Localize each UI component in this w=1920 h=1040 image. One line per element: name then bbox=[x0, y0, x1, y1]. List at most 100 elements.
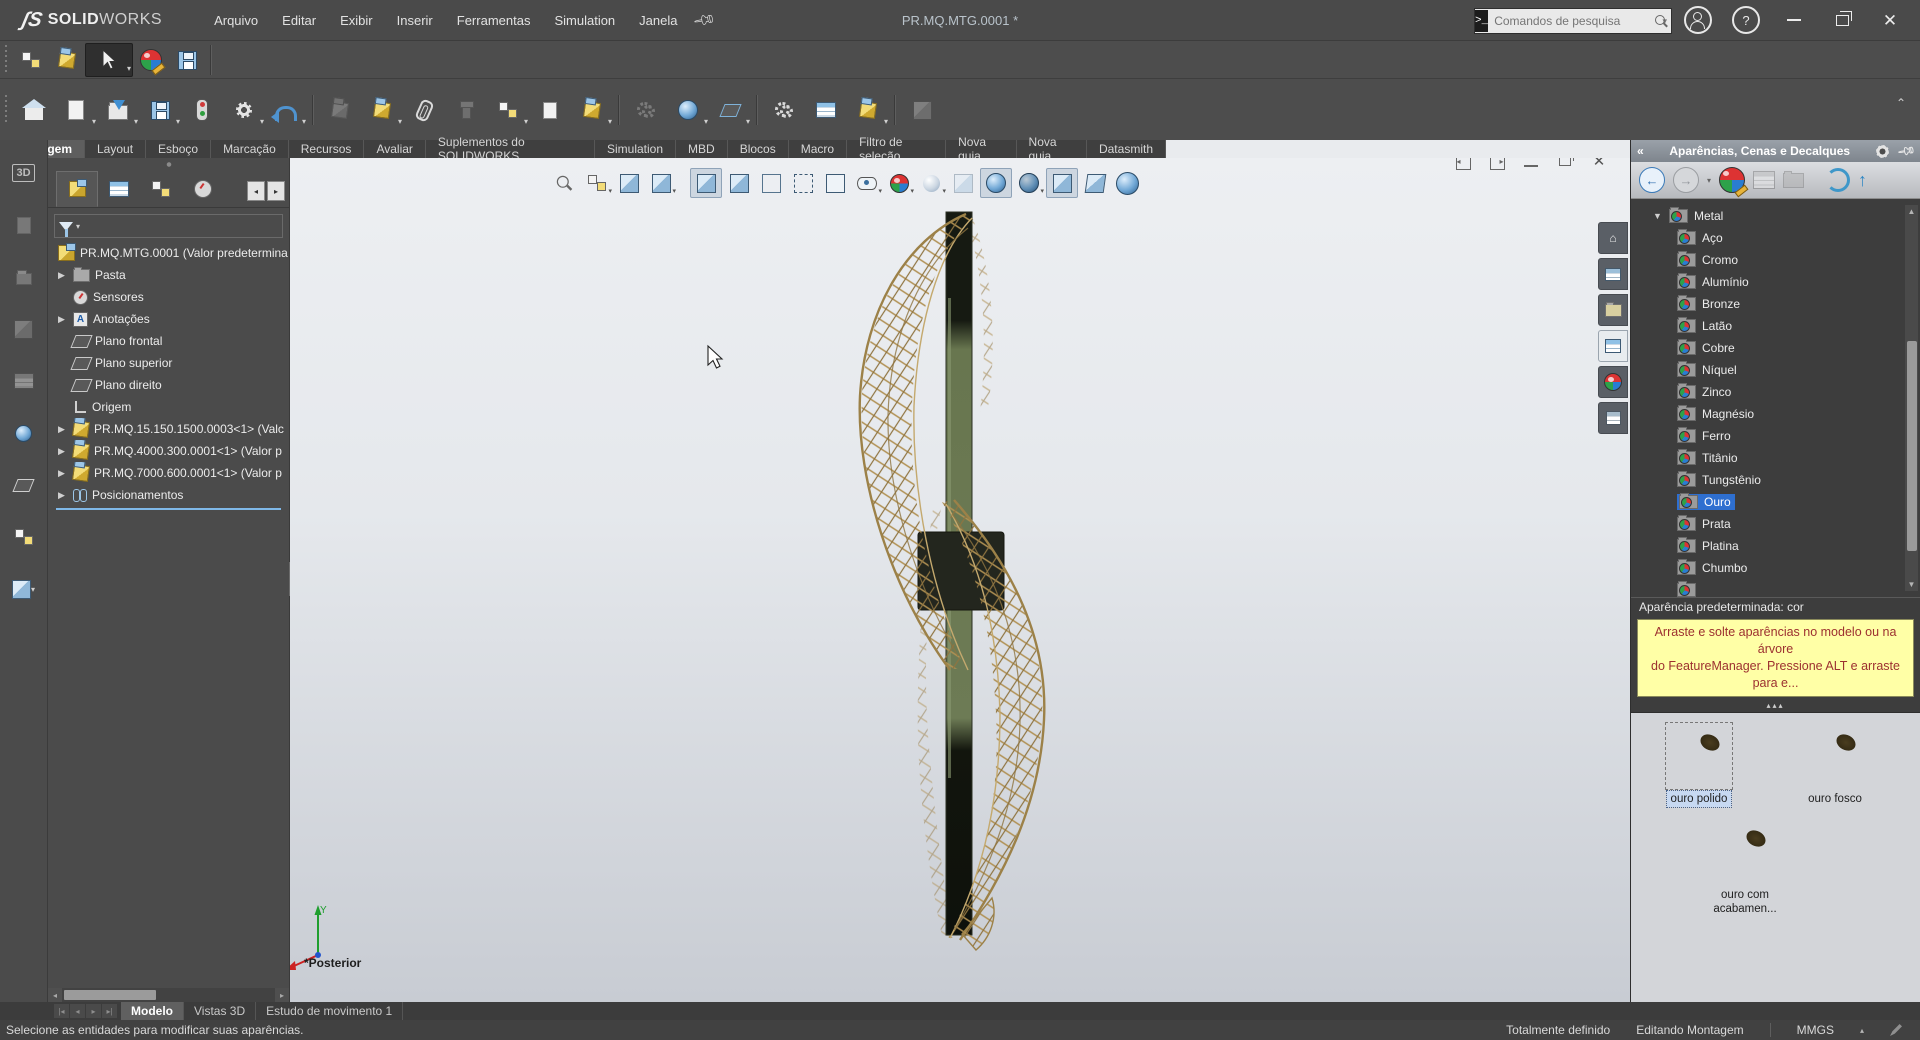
back-button[interactable]: ← bbox=[1639, 167, 1665, 193]
pane-splitter-dots[interactable]: ▴▴▴ bbox=[1631, 700, 1920, 713]
rail-pack-button[interactable] bbox=[9, 314, 39, 344]
insert-components-button[interactable]: ▾ bbox=[362, 88, 402, 132]
tabs-scroll-right-icon[interactable]: ▸ bbox=[267, 181, 285, 201]
minimize-button[interactable] bbox=[1774, 5, 1814, 35]
tab-esboco[interactable]: Esboço bbox=[146, 140, 211, 158]
undo-button[interactable]: ▾ bbox=[266, 88, 306, 132]
up-one-level-icon[interactable]: ↑ bbox=[1858, 170, 1867, 191]
edit-appearance-sphere-icon[interactable] bbox=[1719, 167, 1745, 193]
tree-vscrollbar[interactable]: ▲ ▼ bbox=[1905, 205, 1918, 591]
scroll-down-icon[interactable]: ▼ bbox=[1905, 578, 1918, 591]
material-aluminio[interactable]: Alumínio bbox=[1631, 271, 1920, 293]
search-icon[interactable] bbox=[1655, 15, 1656, 27]
tree-filter[interactable]: ▾ bbox=[54, 214, 283, 238]
expand-icon[interactable]: ▶ bbox=[58, 490, 68, 501]
menu-simulation[interactable]: Simulation bbox=[544, 9, 625, 32]
tab-filtro-selecao[interactable]: Filtro de seleção bbox=[847, 140, 946, 158]
bill-of-materials-button[interactable] bbox=[806, 88, 846, 132]
material-platina[interactable]: Platina bbox=[1631, 535, 1920, 557]
select-tool-caret-icon[interactable]: ▾ bbox=[127, 64, 131, 73]
tab-avaliar[interactable]: Avaliar bbox=[364, 140, 425, 158]
expand-icon[interactable]: ▶ bbox=[58, 446, 68, 457]
part-arrow-button[interactable] bbox=[49, 44, 85, 76]
tab-dimxpert[interactable] bbox=[182, 171, 224, 207]
next-tab-icon[interactable]: ▸ bbox=[86, 1004, 101, 1018]
material-ouro-selected[interactable]: Ouro bbox=[1631, 491, 1920, 513]
tree-item-posicionamentos[interactable]: ▶ Posicionamentos bbox=[48, 484, 289, 506]
material-bronze[interactable]: Bronze bbox=[1631, 293, 1920, 315]
tree-item-pasta[interactable]: ▶ Pasta bbox=[48, 264, 289, 286]
last-tab-icon[interactable]: ▸| bbox=[102, 1004, 117, 1018]
menu-ferramentas[interactable]: Ferramentas bbox=[447, 9, 541, 32]
rail-tools-button[interactable] bbox=[9, 418, 39, 448]
menu-editar[interactable]: Editar bbox=[272, 9, 326, 32]
tab-marcacao[interactable]: Marcação bbox=[211, 140, 289, 158]
tree-item-anotacoes[interactable]: ▶ A Anotações bbox=[48, 308, 289, 330]
material-partial-row[interactable] bbox=[1631, 579, 1920, 597]
scrollbar-thumb[interactable] bbox=[64, 990, 156, 1000]
units-caret-icon[interactable]: ▴ bbox=[1860, 1026, 1864, 1035]
assembly-features-button[interactable]: ▾ bbox=[668, 88, 708, 132]
tree-item-plano-superior[interactable]: Plano superior bbox=[48, 352, 289, 374]
move-component-button[interactable]: ▾ bbox=[572, 88, 612, 132]
tree-item-component-1[interactable]: ▶ PR.MQ.15.150.1500.0003<1> (Valc bbox=[48, 418, 289, 440]
tab-mbd[interactable]: MBD bbox=[676, 140, 728, 158]
rail-document-button[interactable] bbox=[9, 470, 39, 500]
collapse-pane-icon[interactable]: « bbox=[1637, 144, 1644, 158]
restore-button[interactable] bbox=[1822, 5, 1862, 35]
tags-pen-icon[interactable] bbox=[1890, 1024, 1902, 1036]
expand-icon[interactable]: ▶ bbox=[58, 424, 68, 435]
new-document-button[interactable]: ▾ bbox=[56, 88, 96, 132]
material-category-metal[interactable]: ▼ Metal bbox=[1631, 205, 1920, 227]
rail-box-button[interactable]: ▾ bbox=[9, 574, 39, 604]
filter-caret-icon[interactable]: ▾ bbox=[76, 222, 80, 231]
sync-refresh-icon[interactable] bbox=[1826, 168, 1850, 192]
first-tab-icon[interactable]: |◂ bbox=[54, 1004, 69, 1018]
save-button[interactable] bbox=[169, 44, 205, 76]
material-ferro[interactable]: Ferro bbox=[1631, 425, 1920, 447]
material-chumbo[interactable]: Chumbo bbox=[1631, 557, 1920, 579]
panel-grip[interactable] bbox=[149, 162, 189, 167]
view-3d-button[interactable]: 3D bbox=[9, 158, 39, 188]
thumbnail-ouro-polido[interactable]: ouro polido bbox=[1653, 725, 1745, 807]
search-input[interactable] bbox=[1488, 14, 1655, 28]
status-units[interactable]: MMGS bbox=[1797, 1023, 1834, 1037]
tree-root-assembly[interactable]: PR.MQ.MTG.0001 (Valor predetermina bbox=[48, 242, 289, 264]
select-tool-button[interactable]: ▾ bbox=[85, 43, 133, 77]
collapse-ribbon-chevron-icon[interactable]: ⌃ bbox=[1896, 96, 1906, 110]
collapse-icon[interactable]: ▼ bbox=[1653, 211, 1663, 221]
edit-appearance-button[interactable] bbox=[133, 44, 169, 76]
doc-tab-modelo[interactable]: Modelo bbox=[121, 1002, 184, 1020]
material-zinco[interactable]: Zinco bbox=[1631, 381, 1920, 403]
design-checker-button[interactable] bbox=[182, 88, 222, 132]
material-cromo[interactable]: Cromo bbox=[1631, 249, 1920, 271]
save-button-2[interactable]: ▾ bbox=[140, 88, 180, 132]
tree-item-sensores[interactable]: Sensores bbox=[48, 286, 289, 308]
search-box[interactable]: >_ ▾ bbox=[1474, 8, 1672, 34]
tree-item-plano-direito[interactable]: Plano direito bbox=[48, 374, 289, 396]
material-prata[interactable]: Prata bbox=[1631, 513, 1920, 535]
tab-layout[interactable]: Layout bbox=[85, 140, 146, 158]
tabs-scroll-left-icon[interactable]: ◂ bbox=[247, 181, 265, 201]
tab-suplementos[interactable]: Suplementos do SOLIDWORKS bbox=[426, 140, 595, 158]
feature-tree-hscrollbar[interactable]: ◂ ▸ bbox=[48, 988, 289, 1002]
expand-icon[interactable]: ▶ bbox=[58, 270, 68, 281]
expand-icon[interactable]: ▶ bbox=[58, 468, 68, 479]
menu-janela[interactable]: Janela bbox=[629, 9, 687, 32]
tree-item-origem[interactable]: Origem bbox=[48, 396, 289, 418]
toolbar-grip[interactable] bbox=[3, 45, 9, 75]
graphics-viewport[interactable]: ✕ ▾ ▾ ▾ ▾ ▾ ▾ ⌂ bbox=[290, 158, 1630, 1002]
rail-print-button[interactable] bbox=[9, 366, 39, 396]
material-latao[interactable]: Latão bbox=[1631, 315, 1920, 337]
prev-tab-icon[interactable]: ◂ bbox=[70, 1004, 85, 1018]
reference-geometry-button[interactable]: ▾ bbox=[710, 88, 750, 132]
doc-tab-vistas-3d[interactable]: Vistas 3D bbox=[184, 1002, 256, 1020]
material-aco[interactable]: Aço bbox=[1631, 227, 1920, 249]
tab-nova-guia-1[interactable]: Nova guia bbox=[946, 140, 1016, 158]
menu-arquivo[interactable]: Arquivo bbox=[204, 9, 268, 32]
toolbar-grip[interactable] bbox=[3, 95, 9, 125]
material-tungstenio[interactable]: Tungstênio bbox=[1631, 469, 1920, 491]
material-titanio[interactable]: Titânio bbox=[1631, 447, 1920, 469]
tab-configuration-manager[interactable] bbox=[140, 171, 182, 207]
open-button[interactable]: ▾ bbox=[98, 88, 138, 132]
